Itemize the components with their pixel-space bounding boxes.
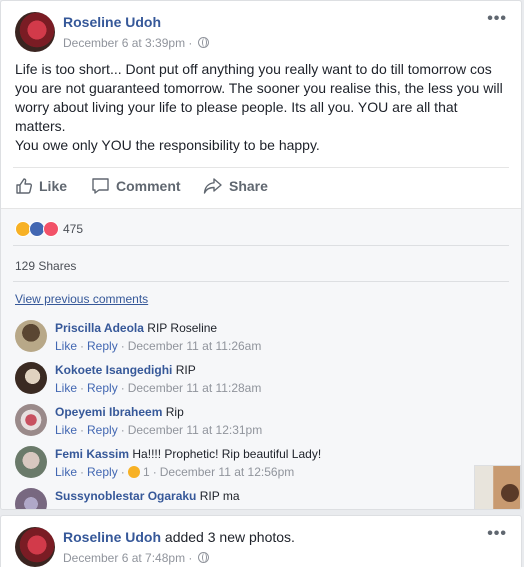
post-text-line: matters. bbox=[15, 118, 66, 134]
comment-body: Opeyemi Ibraheem Rip bbox=[55, 405, 184, 419]
meta-separator: · bbox=[188, 551, 193, 565]
post-options-button[interactable]: ••• bbox=[487, 10, 507, 28]
comment-body: Priscilla Adeola RIP Roseline bbox=[55, 321, 217, 335]
post-action-suffix: new photos. bbox=[215, 529, 295, 545]
divider bbox=[13, 167, 509, 168]
comment-body: Kokoete Isangedighi RIP bbox=[55, 363, 196, 377]
wow-reaction-icon[interactable] bbox=[127, 466, 140, 478]
author-avatar[interactable] bbox=[15, 527, 55, 567]
comment-reply-link[interactable]: Reply bbox=[87, 423, 118, 437]
divider bbox=[13, 245, 509, 246]
comment-like-link[interactable]: Like bbox=[55, 465, 77, 479]
commenter-avatar[interactable] bbox=[15, 320, 47, 352]
commenter-name[interactable]: Femi Kassim bbox=[55, 447, 129, 461]
author-avatar[interactable] bbox=[15, 12, 55, 52]
post-text-line: You owe only YOU the responsibility to b… bbox=[15, 137, 320, 153]
comment-text: RIP ma bbox=[199, 489, 240, 503]
post-text-line: Life is too short... Dont put off anythi… bbox=[15, 61, 492, 77]
post-text: Life is too short... Dont put off anythi… bbox=[15, 60, 513, 155]
love-reaction-icon bbox=[43, 221, 59, 237]
post-timestamp[interactable]: December 6 at 3:39pm bbox=[63, 36, 185, 50]
share-button[interactable]: Share bbox=[203, 177, 268, 195]
chat-thumbnail[interactable] bbox=[474, 465, 521, 509]
comment-timestamp[interactable]: December 11 at 12:56pm bbox=[160, 465, 295, 479]
post-timestamp[interactable]: December 6 at 7:48pm bbox=[63, 551, 185, 565]
globe-icon[interactable] bbox=[197, 37, 209, 48]
commenter-avatar[interactable] bbox=[15, 362, 47, 394]
comment-label: Comment bbox=[116, 178, 181, 194]
thumbs-up-icon bbox=[16, 178, 33, 194]
comment-text: RIP Roseline bbox=[147, 321, 218, 335]
post-header: Roseline Udoh added 3 new photos. bbox=[63, 529, 295, 545]
divider bbox=[13, 281, 509, 282]
meta-separator: · bbox=[188, 36, 193, 50]
feedback-section: 475 129 Shares View previous comments Pr… bbox=[1, 208, 521, 509]
post-text-line: worry about living your life to please p… bbox=[15, 99, 458, 115]
comment-actions: Like · Reply · 1 · December 11 at 12:56pm bbox=[55, 465, 295, 479]
comment-actions: Like · Reply · December 11 at 11:28am bbox=[55, 381, 262, 395]
comment-reply-link[interactable]: Reply bbox=[87, 465, 118, 479]
comment-like-link[interactable]: Like bbox=[55, 423, 77, 437]
post-card: Roseline Udoh December 6 at 3:39pm · •••… bbox=[0, 0, 522, 510]
comment-like-link[interactable]: Like bbox=[55, 381, 77, 395]
post-text-line: you are not guaranteed tomorrow. The soo… bbox=[15, 80, 503, 96]
comment-reply-link[interactable]: Reply bbox=[87, 381, 118, 395]
commenter-name[interactable]: Kokoete Isangedighi bbox=[55, 363, 172, 377]
post-meta: December 6 at 3:39pm · bbox=[63, 36, 209, 50]
post-card: Roseline Udoh added 3 new photos. Decemb… bbox=[0, 515, 522, 567]
shares-count[interactable]: 129 Shares bbox=[15, 259, 76, 273]
commenter-avatar[interactable] bbox=[15, 488, 47, 509]
comment-body: Femi Kassim Ha!!!! Prophetic! Rip beauti… bbox=[55, 447, 321, 461]
share-icon bbox=[203, 178, 222, 194]
comment-reaction-count[interactable]: 1 bbox=[143, 465, 150, 479]
like-label: Like bbox=[39, 178, 68, 194]
photo-count: 3 bbox=[207, 529, 216, 545]
comment-timestamp[interactable]: December 11 at 11:28am bbox=[128, 381, 262, 395]
comment-timestamp[interactable]: December 11 at 11:26am bbox=[128, 339, 262, 353]
like-button[interactable]: Like bbox=[15, 177, 67, 195]
commenter-avatar[interactable] bbox=[15, 404, 47, 436]
comment-text: Ha!!!! Prophetic! Rip beautiful Lady! bbox=[132, 447, 322, 461]
commenter-name[interactable]: Priscilla Adeola bbox=[55, 321, 144, 335]
post-options-button[interactable]: ••• bbox=[487, 525, 507, 543]
post-action-text: added bbox=[161, 529, 208, 545]
comment-reply-link[interactable]: Reply bbox=[87, 339, 118, 353]
commenter-avatar[interactable] bbox=[15, 446, 47, 478]
comment-timestamp[interactable]: December 11 at 12:31pm bbox=[128, 423, 263, 437]
comment-actions: Like · Reply · December 11 at 11:26am bbox=[55, 339, 262, 353]
comment-body: Sussynoblestar Ogaraku RIP ma bbox=[55, 489, 240, 503]
comment-text: RIP bbox=[175, 363, 196, 377]
globe-icon[interactable] bbox=[197, 552, 209, 563]
comment-actions: Like · Reply · December 11 at 12:31pm bbox=[55, 423, 263, 437]
commenter-name[interactable]: Sussynoblestar Ogaraku bbox=[55, 489, 196, 503]
comment-text: Rip bbox=[165, 405, 184, 419]
share-label: Share bbox=[229, 178, 268, 194]
commenter-name[interactable]: Opeyemi Ibraheem bbox=[55, 405, 162, 419]
post-author[interactable]: Roseline Udoh bbox=[63, 529, 161, 545]
reaction-count[interactable]: 475 bbox=[63, 222, 83, 236]
comment-like-link[interactable]: Like bbox=[55, 339, 77, 353]
reactions-summary[interactable]: 475 bbox=[15, 221, 83, 237]
post-author[interactable]: Roseline Udoh bbox=[63, 14, 161, 30]
post-meta: December 6 at 7:48pm · bbox=[63, 551, 209, 565]
comment-icon bbox=[92, 178, 109, 194]
comment-button[interactable]: Comment bbox=[91, 177, 181, 195]
thumbnail-face-icon bbox=[501, 484, 519, 502]
view-previous-comments-link[interactable]: View previous comments bbox=[15, 292, 148, 306]
post-actions: Like Comment Share bbox=[13, 177, 509, 199]
